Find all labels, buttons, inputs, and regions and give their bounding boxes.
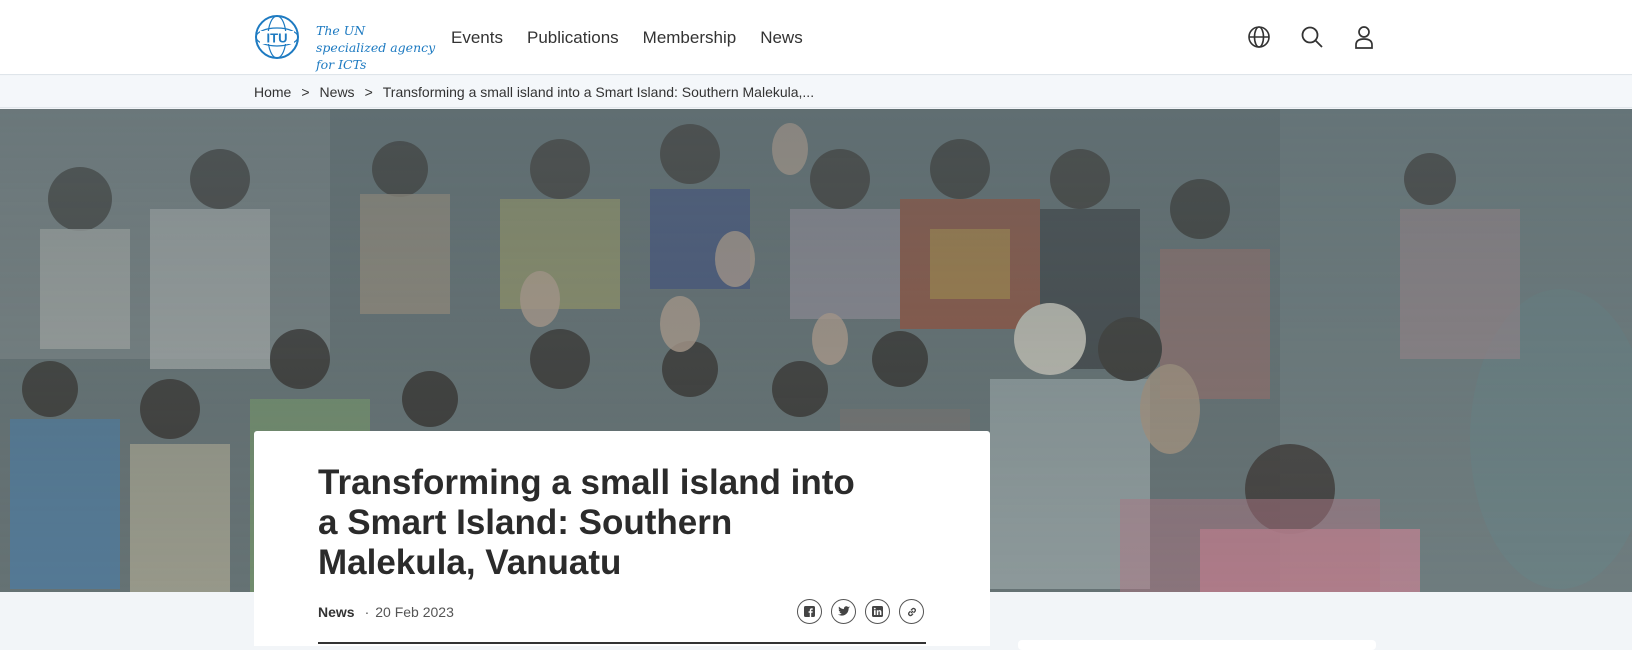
site-header: ITU The UN specialized agency for ICTs E… [0, 0, 1632, 75]
article-meta: News · 20 Feb 2023 [318, 604, 454, 620]
article-date: 20 Feb 2023 [375, 604, 454, 620]
breadcrumb-separator: > [364, 84, 373, 100]
nav-membership[interactable]: Membership [643, 24, 737, 52]
share-buttons [797, 599, 924, 624]
breadcrumb-home[interactable]: Home [254, 84, 291, 100]
article-title: Transforming a small island into a Smart… [318, 463, 855, 582]
divider [318, 642, 926, 644]
user-icon[interactable] [1351, 24, 1377, 50]
meta-separator: · [364, 604, 370, 620]
facebook-icon[interactable] [797, 599, 822, 624]
main-nav: Events Publications Membership News [451, 24, 827, 52]
nav-events[interactable]: Events [451, 24, 503, 52]
twitter-icon[interactable] [831, 599, 856, 624]
link-icon[interactable] [899, 599, 924, 624]
itu-logo[interactable]: ITU [254, 14, 300, 60]
breadcrumb-current: Transforming a small island into a Smart… [382, 84, 815, 100]
globe-icon[interactable] [1246, 24, 1272, 50]
breadcrumb: Home > News > Transforming a small islan… [254, 84, 814, 100]
logo-text: ITU [267, 31, 288, 46]
article-header-card: Transforming a small island into a Smart… [254, 431, 990, 646]
tagline: The UN specialized agency for ICTs [316, 23, 436, 72]
linkedin-icon[interactable] [865, 599, 890, 624]
breadcrumb-separator: > [301, 84, 310, 100]
breadcrumb-bar: Home > News > Transforming a small islan… [0, 76, 1632, 108]
sidebar-card [1018, 640, 1376, 650]
nav-news[interactable]: News [760, 24, 803, 52]
nav-publications[interactable]: Publications [527, 24, 619, 52]
breadcrumb-news[interactable]: News [320, 84, 355, 100]
article-category[interactable]: News [318, 604, 355, 620]
search-icon[interactable] [1299, 24, 1325, 50]
